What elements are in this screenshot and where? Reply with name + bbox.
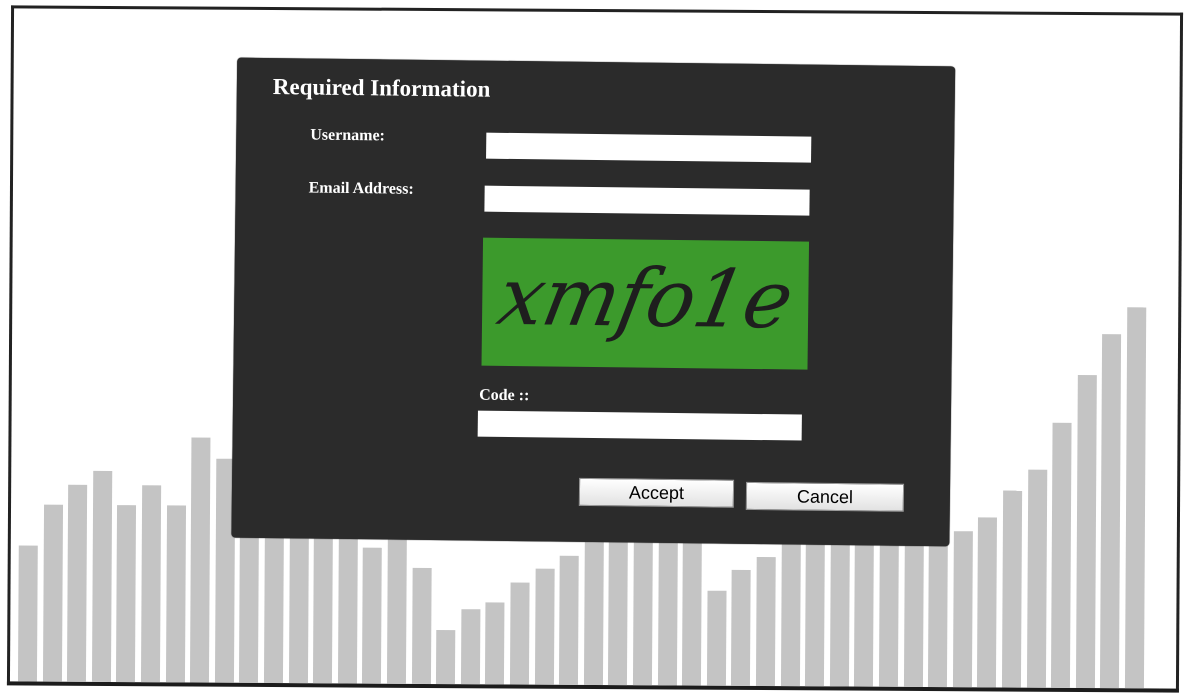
background-bar (952, 531, 973, 688)
background-bar (190, 437, 211, 683)
background-bar (42, 504, 63, 682)
background-bar (706, 590, 727, 686)
background-bar (91, 470, 113, 683)
username-input[interactable] (486, 132, 812, 163)
background-bar (755, 556, 776, 687)
background-bar (1001, 490, 1023, 688)
background-bar (977, 517, 998, 688)
cancel-button[interactable]: Cancel (745, 481, 905, 512)
background-bar (1026, 469, 1047, 688)
captcha-text: xmfo1e (491, 249, 800, 347)
required-information-dialog: Required Information Username: Email Add… (231, 57, 956, 547)
background-bar (140, 485, 162, 683)
username-label: Username: (310, 126, 386, 145)
background-bar (386, 533, 407, 684)
email-input[interactable] (484, 185, 810, 216)
background-bar (17, 545, 38, 682)
code-label: Code :: (479, 386, 530, 405)
captcha-image: xmfo1e (481, 237, 810, 370)
background-bar (436, 630, 456, 685)
background-bar (1124, 307, 1147, 689)
screenshot-frame: Required Information Username: Email Add… (6, 5, 1184, 693)
background-bar (362, 547, 383, 684)
accept-button[interactable]: Accept (578, 477, 735, 508)
background-bar (780, 530, 801, 687)
dialog-title: Required Information (272, 74, 491, 102)
background-bar (583, 534, 604, 686)
background-bar (165, 505, 186, 683)
background-bar (67, 484, 88, 682)
background-bar (485, 602, 505, 685)
background-bar (509, 582, 530, 685)
background-bar (559, 555, 579, 685)
background-bar (116, 505, 137, 683)
background-bar (460, 609, 481, 685)
background-bar (411, 567, 432, 685)
background-bar (731, 569, 752, 686)
background-bar (1075, 374, 1097, 689)
background-bar (1100, 334, 1122, 689)
background-bar (1051, 422, 1072, 688)
background-bar (534, 568, 555, 685)
email-label: Email Address: (308, 179, 414, 198)
code-input[interactable] (477, 410, 802, 441)
